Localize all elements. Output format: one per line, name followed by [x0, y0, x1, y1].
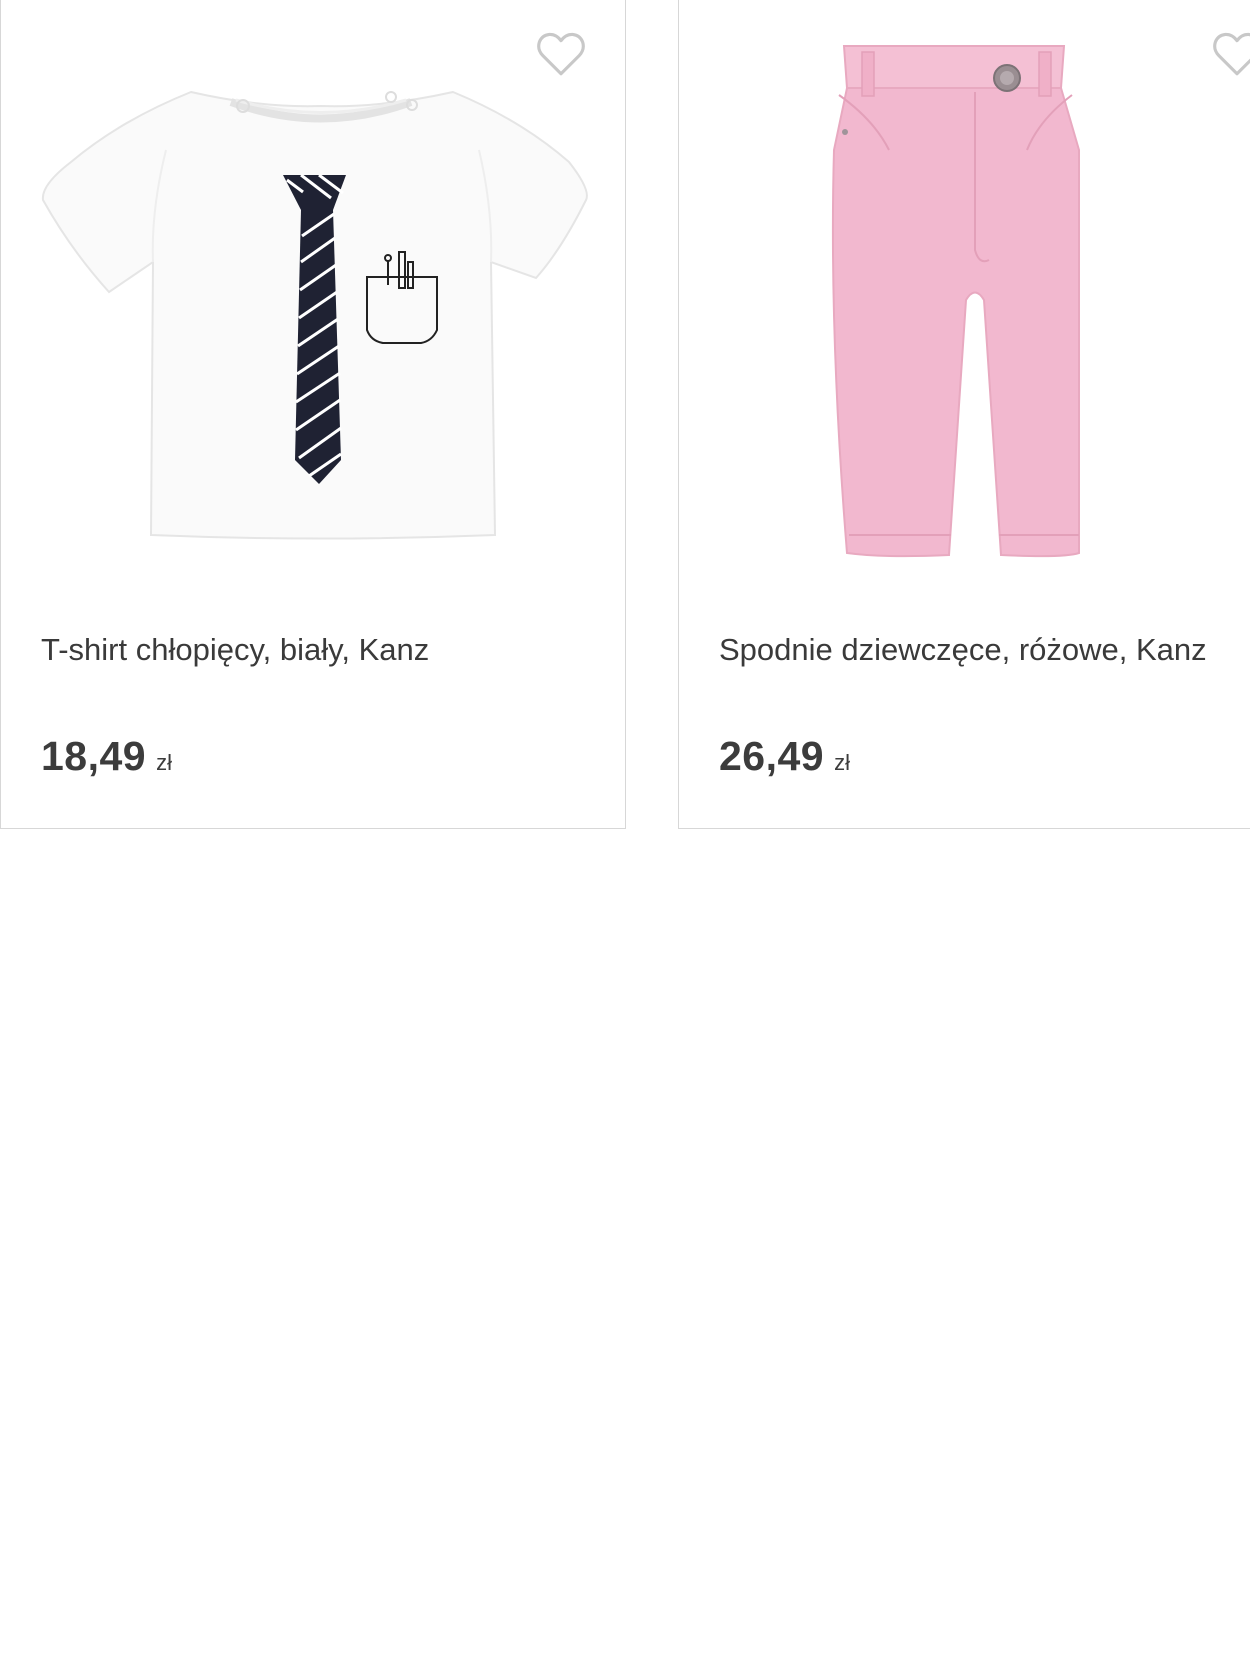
price-amount: 26,49 — [719, 733, 825, 779]
product-card[interactable]: T-shirt chłopięcy, biały, Kanz 18,49 zł — [0, 0, 626, 829]
product-name[interactable]: Spodnie dziewczęce, różowe, Kanz — [719, 630, 1207, 670]
product-image-pants[interactable] — [679, 0, 1250, 585]
price-currency: zł — [834, 750, 850, 775]
heart-outline-icon[interactable] — [1212, 30, 1250, 78]
product-name[interactable]: T-shirt chłopięcy, biały, Kanz — [41, 630, 429, 670]
product-image-tshirt[interactable] — [1, 0, 625, 585]
product-price: 18,49 zł — [41, 733, 172, 780]
heart-outline-icon[interactable] — [536, 30, 586, 78]
product-price: 26,49 zł — [719, 733, 850, 780]
product-card[interactable]: Spodnie dziewczęce, różowe, Kanz 26,49 zł — [678, 0, 1250, 829]
price-currency: zł — [156, 750, 172, 775]
price-amount: 18,49 — [41, 733, 147, 779]
